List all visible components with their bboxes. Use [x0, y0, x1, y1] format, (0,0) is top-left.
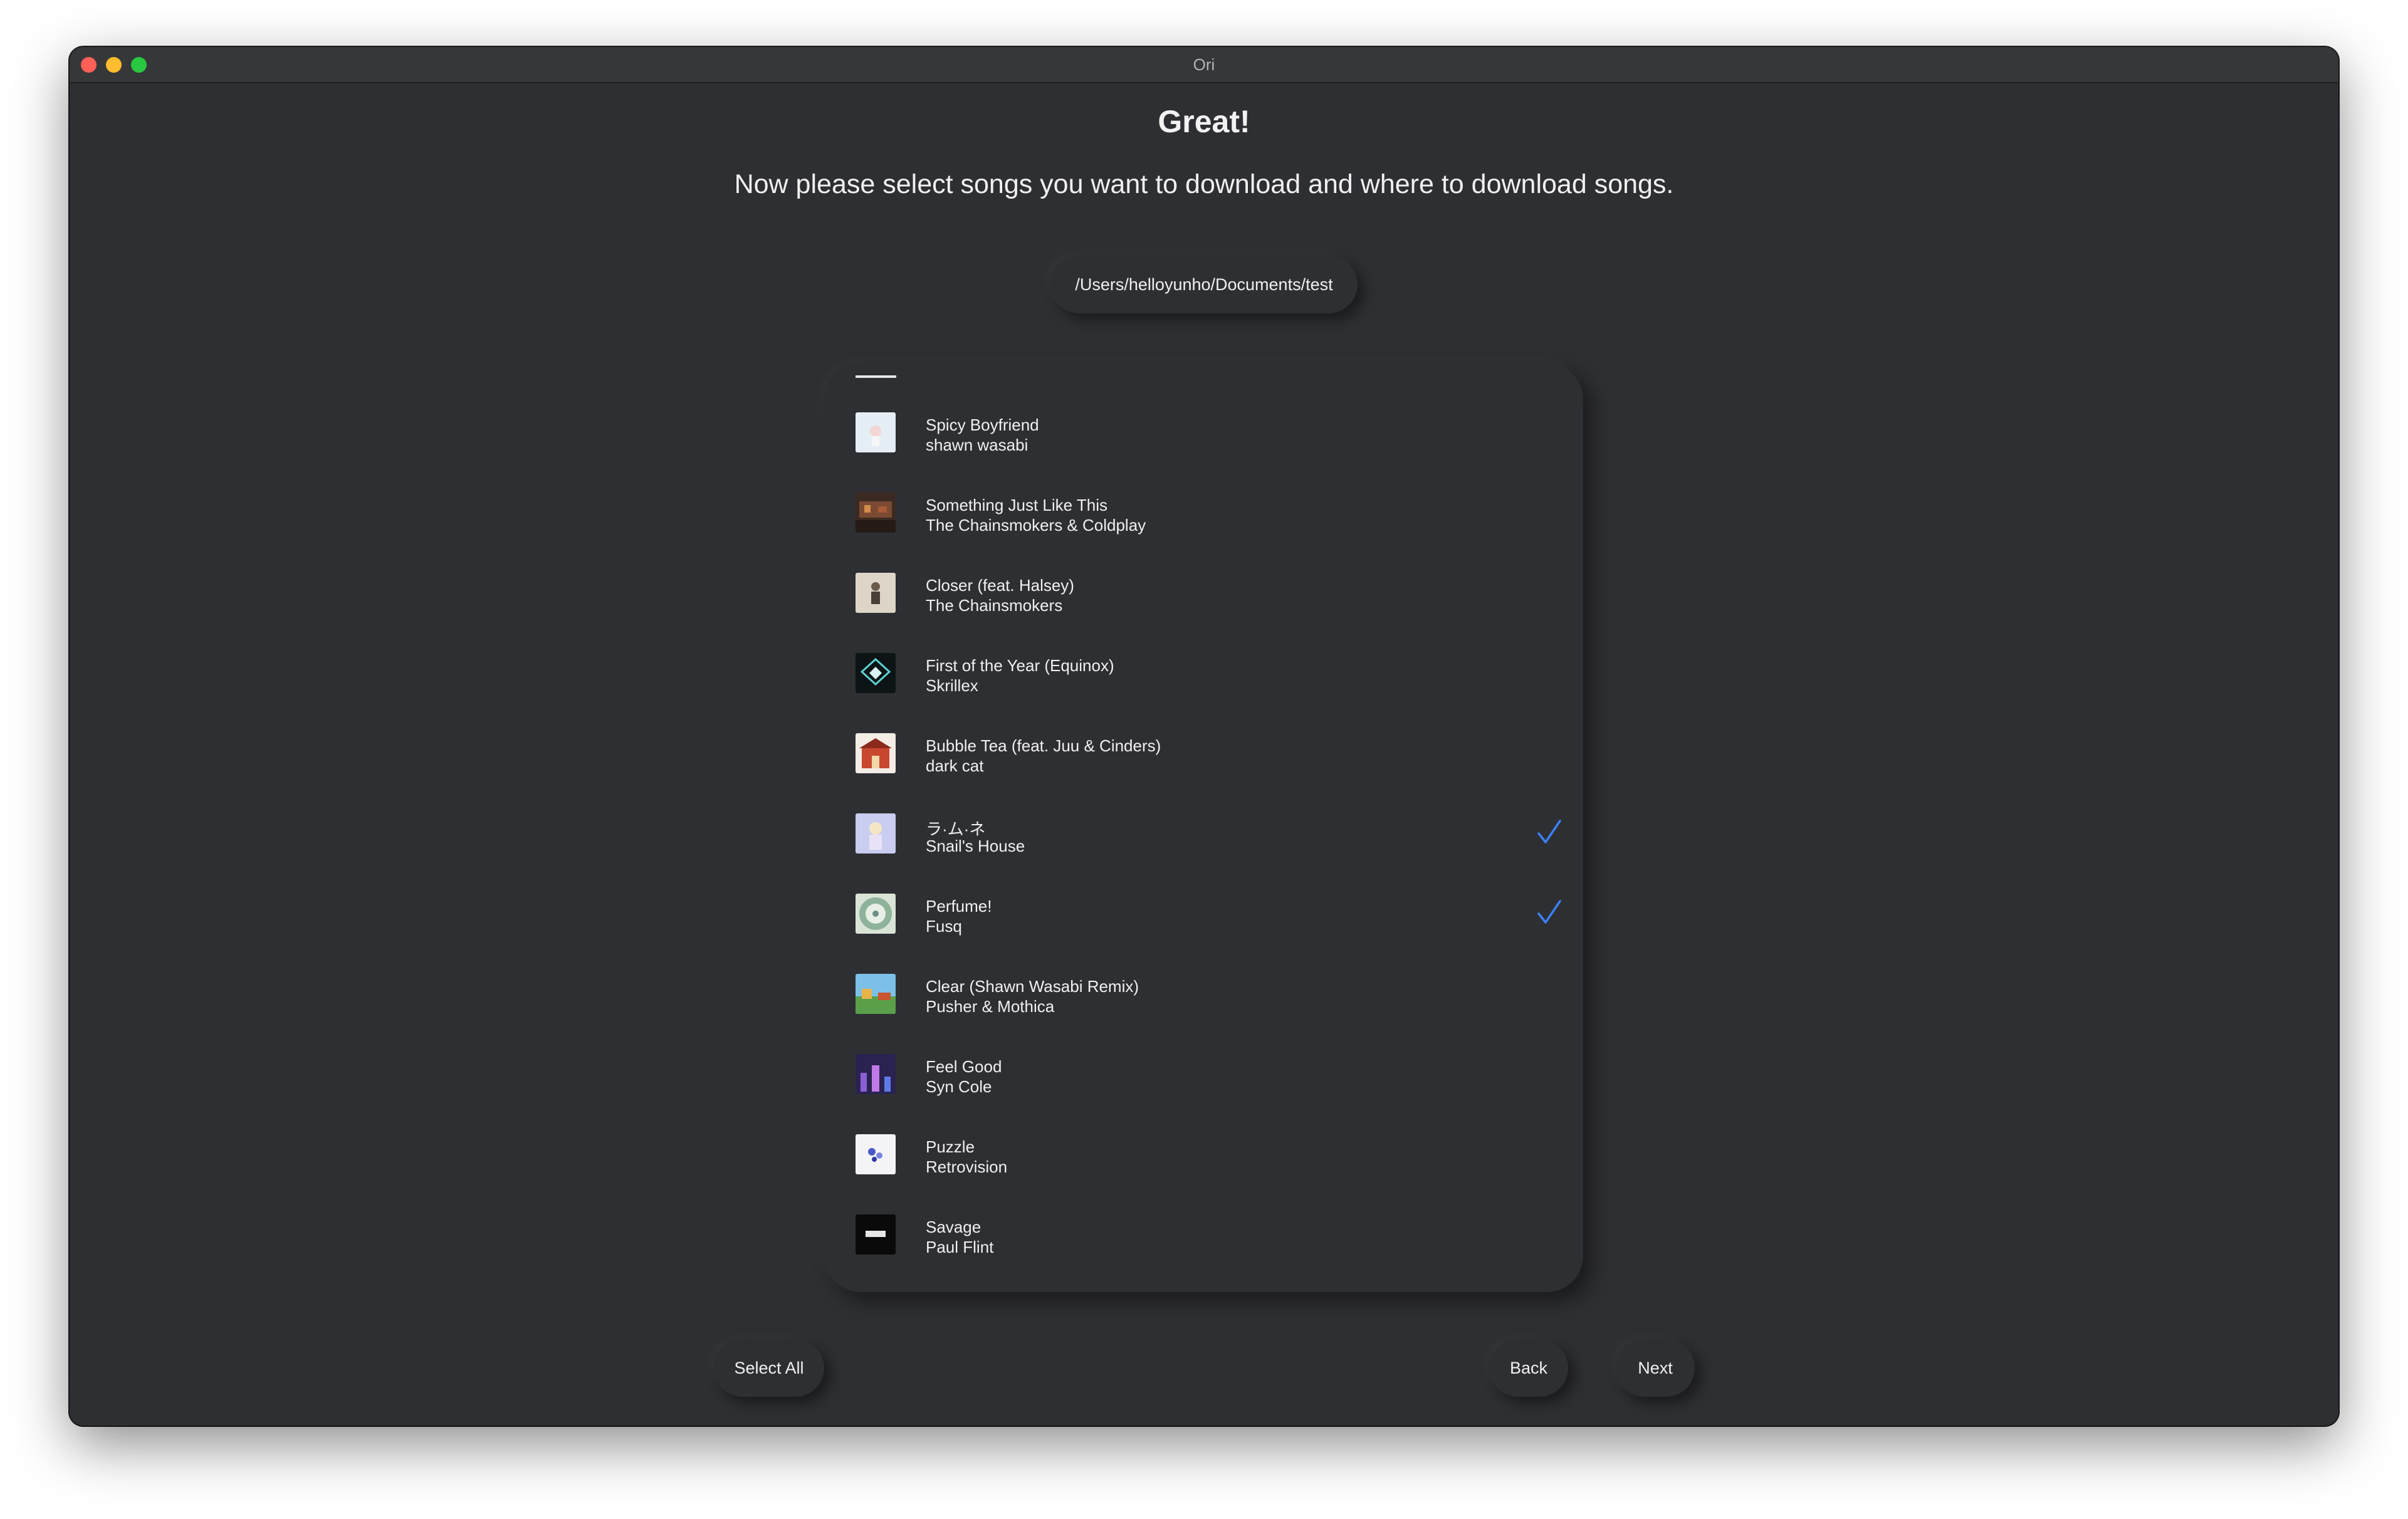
song-row[interactable]: Puzzle Retrovision — [825, 1113, 1583, 1193]
song-row[interactable]: Perfume! Fusq — [825, 872, 1583, 953]
album-art-lavender-icon — [856, 813, 896, 853]
song-list[interactable]: Spicy Boyfriend shawn wasabi Something J… — [825, 363, 1583, 1292]
song-title: Something Just Like This — [926, 496, 1107, 514]
download-path-button[interactable]: /Users/helloyunho/Documents/test — [1050, 256, 1358, 313]
album-art-white-puzzle-icon — [856, 1134, 896, 1174]
song-artist: Snail's House — [926, 837, 1025, 855]
song-artist: Paul Flint — [926, 1238, 994, 1256]
song-artist: dark cat — [926, 756, 984, 775]
list-scroll-indicator — [856, 375, 896, 378]
song-title: Perfume! — [926, 897, 992, 916]
song-artist: shawn wasabi — [926, 436, 1029, 454]
back-button[interactable]: Back — [1489, 1339, 1568, 1397]
checkmark-icon — [1537, 900, 1561, 924]
song-row[interactable]: Something Just Like This The Chainsmoker… — [825, 471, 1583, 551]
song-artist: Syn Cole — [926, 1077, 992, 1096]
window-title: Ori — [1193, 55, 1215, 74]
song-row[interactable]: Closer (feat. Halsey) The Chainsmokers — [825, 551, 1583, 632]
album-art-red-house-icon — [856, 733, 896, 773]
select-all-button[interactable]: Select All — [714, 1339, 824, 1397]
album-art-purple-night-icon — [856, 1054, 896, 1094]
song-row[interactable]: Feel Good Syn Cole — [825, 1033, 1583, 1113]
song-title: Spicy Boyfriend — [926, 415, 1039, 434]
album-art-dark-warm-icon — [856, 493, 896, 533]
album-art-pastel-icon — [856, 412, 896, 452]
song-row[interactable]: ラ·ム·ネ Snail's House — [825, 792, 1583, 872]
song-row[interactable]: First of the Year (Equinox) Skrillex — [825, 632, 1583, 712]
song-title: Clear (Shawn Wasabi Remix) — [926, 977, 1139, 996]
song-title: Puzzle — [926, 1137, 975, 1156]
album-art-black-icon — [856, 1214, 896, 1255]
album-art-teal-dark-icon — [856, 653, 896, 693]
checkmark-icon — [1537, 820, 1561, 843]
page-instructions: Now please select songs you want to down… — [734, 169, 1674, 199]
album-art-round-green-icon — [856, 894, 896, 934]
album-art-pixel-landscape-icon — [856, 974, 896, 1014]
song-row[interactable]: Spicy Boyfriend shawn wasabi — [825, 391, 1583, 471]
song-title: First of the Year (Equinox) — [926, 656, 1114, 675]
song-title: Savage — [926, 1218, 982, 1236]
song-artist: Fusq — [926, 917, 962, 936]
song-row[interactable]: Savage Paul Flint — [825, 1193, 1583, 1273]
song-title: Bubble Tea (feat. Juu & Cinders) — [926, 736, 1161, 755]
next-button[interactable]: Next — [1616, 1339, 1695, 1397]
page-heading: Great! — [1158, 104, 1250, 139]
song-artist: The Chainsmokers & Coldplay — [926, 516, 1146, 535]
app-window: Ori Great! Now please select songs you w… — [70, 47, 2338, 1426]
song-row[interactable]: Clear (Shawn Wasabi Remix) Pusher & Moth… — [825, 953, 1583, 1033]
song-artist: Pusher & Mothica — [926, 997, 1055, 1016]
song-title: Feel Good — [926, 1057, 1002, 1076]
song-artist: Skrillex — [926, 676, 978, 695]
song-artist: The Chainsmokers — [926, 596, 1063, 615]
song-row[interactable]: Bubble Tea (feat. Juu & Cinders) dark ca… — [825, 712, 1583, 792]
song-title: Closer (feat. Halsey) — [926, 576, 1074, 595]
song-artist: Retrovision — [926, 1157, 1008, 1176]
title-bar: Ori — [70, 47, 2338, 83]
album-art-beige-icon — [856, 573, 896, 613]
